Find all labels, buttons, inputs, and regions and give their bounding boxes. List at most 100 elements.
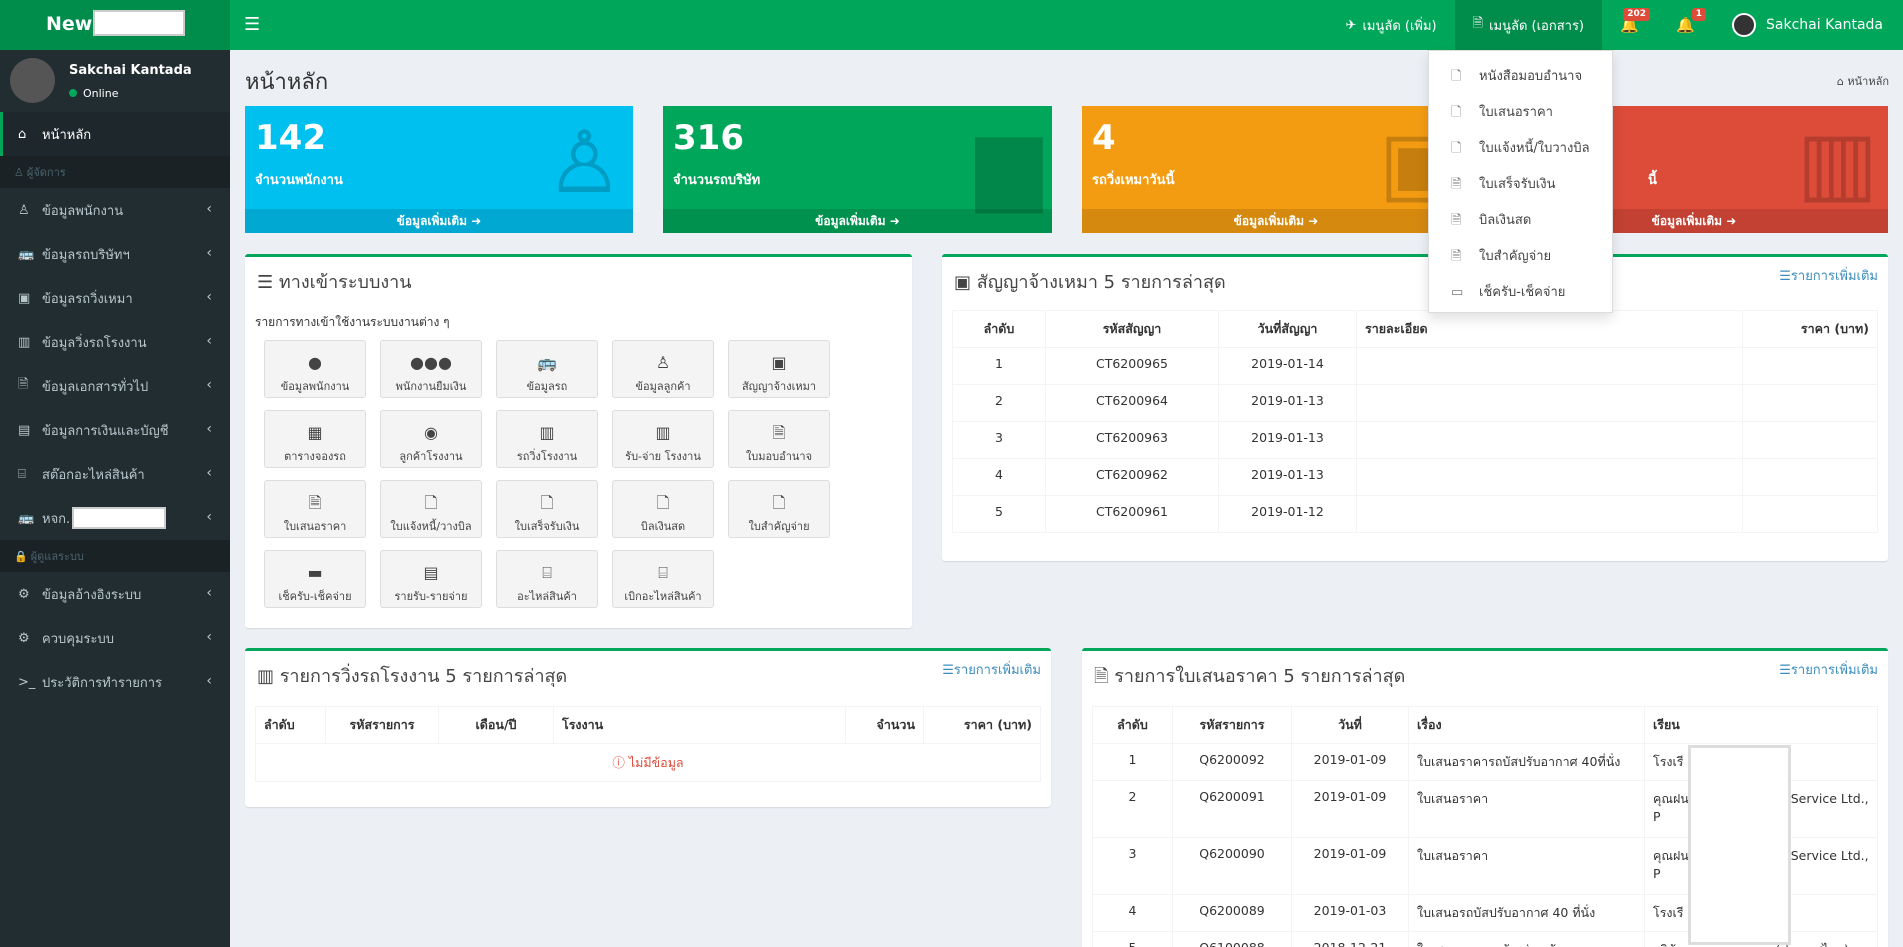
shortcut-label: พนักงานยืมเงิน xyxy=(395,380,467,393)
column-header: เดือน/ปี xyxy=(438,706,554,744)
home-icon: ⌂ xyxy=(1836,75,1848,88)
logo[interactable]: New xyxy=(0,0,230,50)
redaction-mask xyxy=(1688,745,1791,945)
shortcuts-description: รายการทางเข้าใช้งานระบบงานต่าง ๆ xyxy=(255,315,450,329)
credit-card-icon: ▬ xyxy=(307,563,323,582)
dropdown-item-label: หนังสือมอบอำนาจ xyxy=(1479,69,1583,84)
shortcut-power-of-attorney[interactable]: 🗎 ใบมอบอำนาจ xyxy=(728,410,830,468)
avatar xyxy=(10,58,55,103)
shortcut-cheques[interactable]: ▬ เช็ครับ-เช็คจ่าย xyxy=(264,550,366,608)
stat-more-link[interactable]: ข้อมูลเพิ่มเติม ➜ xyxy=(663,209,1052,233)
cell: CT6200964 xyxy=(1045,384,1219,422)
shortcut-spare-parts[interactable]: ⌸ อะไหล่สินค้า xyxy=(496,550,598,608)
table-row[interactable]: 2 CT6200964 2019-01-13 xyxy=(952,384,1878,422)
page-title: หน้าหลัก xyxy=(245,70,329,95)
table-header-row: ลำดับ รหัสรายการ เดือน/ปี โรงงาน จำนวน ร… xyxy=(255,706,1041,744)
cell: CT6200965 xyxy=(1045,347,1219,385)
map-icon: ▥ xyxy=(655,423,671,442)
stat-more-link[interactable]: ข้อมูลเพิ่มเติม ➜ xyxy=(1082,209,1470,233)
cell: 2019-01-03 xyxy=(1291,894,1409,932)
sidebar-header-manager: ♙ ผู้จัดการ xyxy=(0,156,230,188)
file-icon: 🗋 xyxy=(1451,105,1462,120)
dropdown-item-cheques[interactable]: ▭ เช็ครับ-เช็คจ่าย xyxy=(1451,281,1565,302)
stat-value: 316 xyxy=(673,118,744,158)
sidebar-item-finance[interactable]: ▤ ข้อมูลการเงินและบัญชี ‹ xyxy=(0,408,230,452)
file-icon: 🗎 xyxy=(1472,16,1484,31)
table-row[interactable]: 3 CT6200963 2019-01-13 xyxy=(952,421,1878,459)
shortcut-label: ข้อมูลลูกค้า xyxy=(635,380,691,393)
breadcrumb[interactable]: ⌂ หน้าหลัก xyxy=(1837,72,1889,90)
sidebar-item-home[interactable]: ⌂ หน้าหลัก xyxy=(0,112,230,156)
sidebar-toggle-icon[interactable]: ☰ xyxy=(244,14,260,35)
avatar xyxy=(1732,13,1757,37)
sidebar-item-control[interactable]: ⚙ ควบคุมระบบ ‹ xyxy=(0,616,230,660)
table-row[interactable]: 4 CT6200962 2019-01-13 xyxy=(952,458,1878,496)
sidebar-item-history[interactable]: >_ ประวัติการทำรายการ ‹ xyxy=(0,660,230,704)
shortcut-payment-voucher[interactable]: 🗋 ใบสำคัญจ่าย xyxy=(728,480,830,538)
shortcut-employees[interactable]: ● ข้อมูลพนักงาน xyxy=(264,340,366,398)
shortcut-cash-bill[interactable]: 🗋 บิลเงินสด xyxy=(612,480,714,538)
shortcut-buses[interactable]: 🚌 ข้อมูลรถ xyxy=(496,340,598,398)
shortcut-factory-income-expense[interactable]: ▥ รับ-จ่าย โรงงาน xyxy=(612,410,714,468)
box-title: ☰ ทางเข้าระบบงาน xyxy=(257,267,412,296)
file-text-icon: 🗎 xyxy=(1451,249,1462,264)
shortcut-withdraw-parts[interactable]: ⌸ เบิกอะไหล่สินค้า xyxy=(612,550,714,608)
sidebar-item-company-buses[interactable]: 🚌 ข้อมูลรถบริษัทฯ ‹ xyxy=(0,232,230,276)
more-link[interactable]: ☰รายการเพิ่มเติม xyxy=(942,659,1041,680)
sidebar-item-factory-runs[interactable]: ▥ ข้อมูลวิ่งรถโรงงาน ‹ xyxy=(0,320,230,364)
person-icon: ♙ xyxy=(545,113,623,213)
cell: Q6200090 xyxy=(1172,837,1292,895)
more-link[interactable]: ☰รายการเพิ่มเติม xyxy=(1779,265,1878,286)
person-icon: ♙ xyxy=(655,353,671,372)
more-link[interactable]: ☰รายการเพิ่มเติม xyxy=(1779,659,1878,680)
sidebar-item-reference[interactable]: ⚙ ข้อมูลอ้างอิงระบบ ‹ xyxy=(0,572,230,616)
sidebar-item-documents[interactable]: 🗎 ข้อมูลเอกสารทั่วไป ‹ xyxy=(0,364,230,408)
notifications-button[interactable]: 🔔 202 xyxy=(1602,0,1658,50)
shortcut-charter-contract[interactable]: ▣ สัญญาจ้างเหมา xyxy=(728,340,830,398)
status-dot-icon xyxy=(69,89,77,97)
bars-icon: ☰ xyxy=(257,272,279,293)
cell: 2019-01-13 xyxy=(1218,458,1357,496)
shortcut-factory-customers[interactable]: ◉ ลูกค้าโรงงาน xyxy=(380,410,482,468)
shortcut-invoice[interactable]: 🗋 ใบแจ้งหนี้/วางบิล xyxy=(380,480,482,538)
shortcut-quotation[interactable]: 🗎 ใบเสนอราคา xyxy=(264,480,366,538)
stat-more-link[interactable]: ข้อมูลเพิ่มเติม ➜ xyxy=(245,209,633,233)
masked-text xyxy=(72,507,167,529)
sidebar-item-charter[interactable]: ▣ ข้อมูลรถวิ่งเหมา ‹ xyxy=(0,276,230,320)
table-row[interactable]: 1 CT6200965 2019-01-14 xyxy=(952,347,1878,385)
more-link-text: รายการเพิ่มเติม xyxy=(1790,269,1878,284)
sidebar-item-stock[interactable]: ⌸ สต๊อกอะไหล่สินค้า ‹ xyxy=(0,452,230,496)
file-word-icon: 🗋 xyxy=(1451,69,1462,84)
chevron-left-icon: ‹ xyxy=(206,289,212,305)
alerts-button[interactable]: 🔔 1 xyxy=(1658,0,1714,50)
hdd-icon: ⌸ xyxy=(18,466,26,482)
shortcut-booking-table[interactable]: ▦ ตารางจองรถ xyxy=(264,410,366,468)
dropdown-item-power-of-attorney[interactable]: 🗋 หนังสือมอบอำนาจ xyxy=(1451,65,1582,89)
shortcut-customers[interactable]: ♙ ข้อมูลลูกค้า xyxy=(612,340,714,398)
sidebar-item-partnership[interactable]: 🚌 หจก. ‹ xyxy=(0,496,230,540)
dropdown-item-receipt[interactable]: 🗎 ใบเสร็จรับเงิน xyxy=(1451,173,1556,197)
dropdown-item-quotation[interactable]: 🗋 ใบเสนอราคา xyxy=(1451,101,1553,125)
more-link-text: รายการเพิ่มเติม xyxy=(1790,663,1878,678)
shortcut-income-expense[interactable]: ▤ รายรับ-รายจ่าย xyxy=(380,550,482,608)
quick-menu-add[interactable]: ✈ เมนูลัด (เพิ่ม) xyxy=(1328,0,1455,50)
quick-menu-docs[interactable]: 🗎 เมนูลัด (เอกสาร) xyxy=(1454,0,1603,50)
shortcut-factory-runs[interactable]: ▥ รถวิ่งโรงงาน xyxy=(496,410,598,468)
chevron-left-icon: ‹ xyxy=(206,201,212,217)
quick-menu-docs-label: เมนูลัด (เอกสาร) xyxy=(1489,18,1585,34)
sidebar-item-label: ประวัติการทำรายการ xyxy=(42,675,163,691)
map-icon: ▥ xyxy=(539,423,555,442)
cell: 3 xyxy=(952,421,1046,459)
shortcut-label: ใบสำคัญจ่าย xyxy=(748,520,810,533)
dropdown-item-invoice[interactable]: 🗋 ใบแจ้งหนี้/ใบวางบิล xyxy=(1451,137,1590,161)
paper-plane-icon: ✈ xyxy=(1345,17,1357,33)
table-row[interactable]: 5 CT6200961 2019-01-12 xyxy=(952,495,1878,533)
dropdown-item-payment-voucher[interactable]: 🗎 ใบสำคัญจ่าย xyxy=(1451,245,1551,269)
top-navbar: New ☰ ✈ เมนูลัด (เพิ่ม) 🗎 เมนูลัด (เอกสา… xyxy=(0,0,1903,50)
dropdown-item-cash-bill[interactable]: 🗎 บิลเงินสด xyxy=(1451,209,1531,233)
user-menu[interactable]: Sakchai Kantada xyxy=(1714,0,1903,50)
shortcut-receipt[interactable]: 🗋 ใบเสร็จรับเงิน xyxy=(496,480,598,538)
sidebar-item-employees[interactable]: ♙ ข้อมูลพนักงาน ‹ xyxy=(0,188,230,232)
shortcut-employee-loan[interactable]: ●●● พนักงานยืมเงิน xyxy=(380,340,482,398)
column-header: วันที่สัญญา xyxy=(1218,310,1357,348)
